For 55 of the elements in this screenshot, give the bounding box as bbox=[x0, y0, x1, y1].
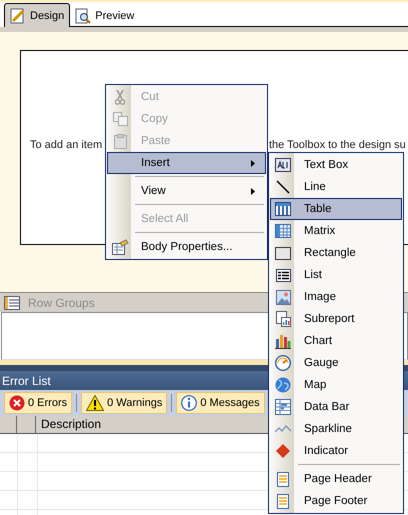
page-icon bbox=[277, 494, 289, 508]
menu-item[interactable]: List bbox=[270, 264, 402, 286]
menu-item[interactable]: Body Properties... bbox=[107, 236, 266, 258]
menu-item[interactable]: Subreport bbox=[270, 308, 402, 330]
textbox-icon bbox=[275, 158, 291, 172]
menu-item[interactable]: Image bbox=[270, 286, 402, 308]
paste-icon bbox=[114, 134, 126, 148]
page-icon bbox=[277, 472, 289, 486]
tab[interactable]: Design bbox=[4, 3, 70, 27]
filter-button[interactable]: 0 Warnings bbox=[81, 392, 168, 414]
sparkline-icon bbox=[275, 424, 291, 434]
diamond-icon bbox=[276, 444, 290, 458]
matrix-icon bbox=[275, 224, 291, 238]
pencil-icon bbox=[10, 8, 26, 24]
menu-item[interactable]: Data Bar bbox=[270, 396, 402, 418]
menu-item[interactable]: Line bbox=[270, 176, 402, 198]
menu-item[interactable]: Insert bbox=[107, 152, 266, 174]
menu-item[interactable]: Map bbox=[270, 374, 402, 396]
filter-button[interactable]: 0 Messages bbox=[176, 392, 265, 414]
menu-item[interactable]: Text Box bbox=[270, 154, 402, 176]
row-groups-label: Row Groups bbox=[28, 296, 95, 310]
submenu-arrow-icon bbox=[251, 160, 255, 167]
menu-item[interactable]: Matrix bbox=[270, 220, 402, 242]
data-bar-icon bbox=[275, 399, 291, 415]
rectangle-icon bbox=[275, 246, 291, 260]
hint-text: To add an item bbox=[30, 139, 102, 151]
menu-item[interactable]: View bbox=[107, 180, 266, 202]
menu-item[interactable]: Page Header bbox=[270, 468, 402, 490]
list-icon bbox=[276, 268, 290, 282]
error-icon bbox=[9, 395, 25, 411]
warning-icon bbox=[86, 395, 104, 411]
filter-button[interactable]: 0 Errors bbox=[4, 392, 72, 414]
hint-text: the Toolbox to the design su bbox=[269, 139, 406, 151]
subreport-icon bbox=[276, 311, 290, 327]
info-icon bbox=[181, 395, 198, 411]
magnifier-icon bbox=[75, 8, 92, 24]
list-icon bbox=[4, 296, 20, 310]
menu-item[interactable]: Chart bbox=[270, 330, 402, 352]
menu-item[interactable]: Rectangle bbox=[270, 242, 402, 264]
line-icon bbox=[276, 180, 290, 194]
bar-chart-icon bbox=[275, 333, 291, 349]
image-icon bbox=[276, 290, 290, 304]
submenu-arrow-icon bbox=[251, 188, 255, 195]
menu-item[interactable]: Sparkline bbox=[270, 418, 402, 440]
globe-icon bbox=[275, 377, 291, 393]
table-icon bbox=[275, 202, 291, 216]
error-list-title: Error List bbox=[2, 374, 51, 388]
properties-icon bbox=[112, 239, 128, 255]
gauge-icon bbox=[275, 355, 291, 371]
menu-item[interactable]: Page Footer bbox=[270, 490, 402, 512]
menu-item[interactable]: Table bbox=[270, 198, 402, 220]
menu-item[interactable]: Gauge bbox=[270, 352, 402, 374]
scissors-icon bbox=[115, 90, 125, 104]
copy-icon bbox=[112, 112, 128, 126]
menu-item[interactable]: Indicator bbox=[270, 440, 402, 462]
